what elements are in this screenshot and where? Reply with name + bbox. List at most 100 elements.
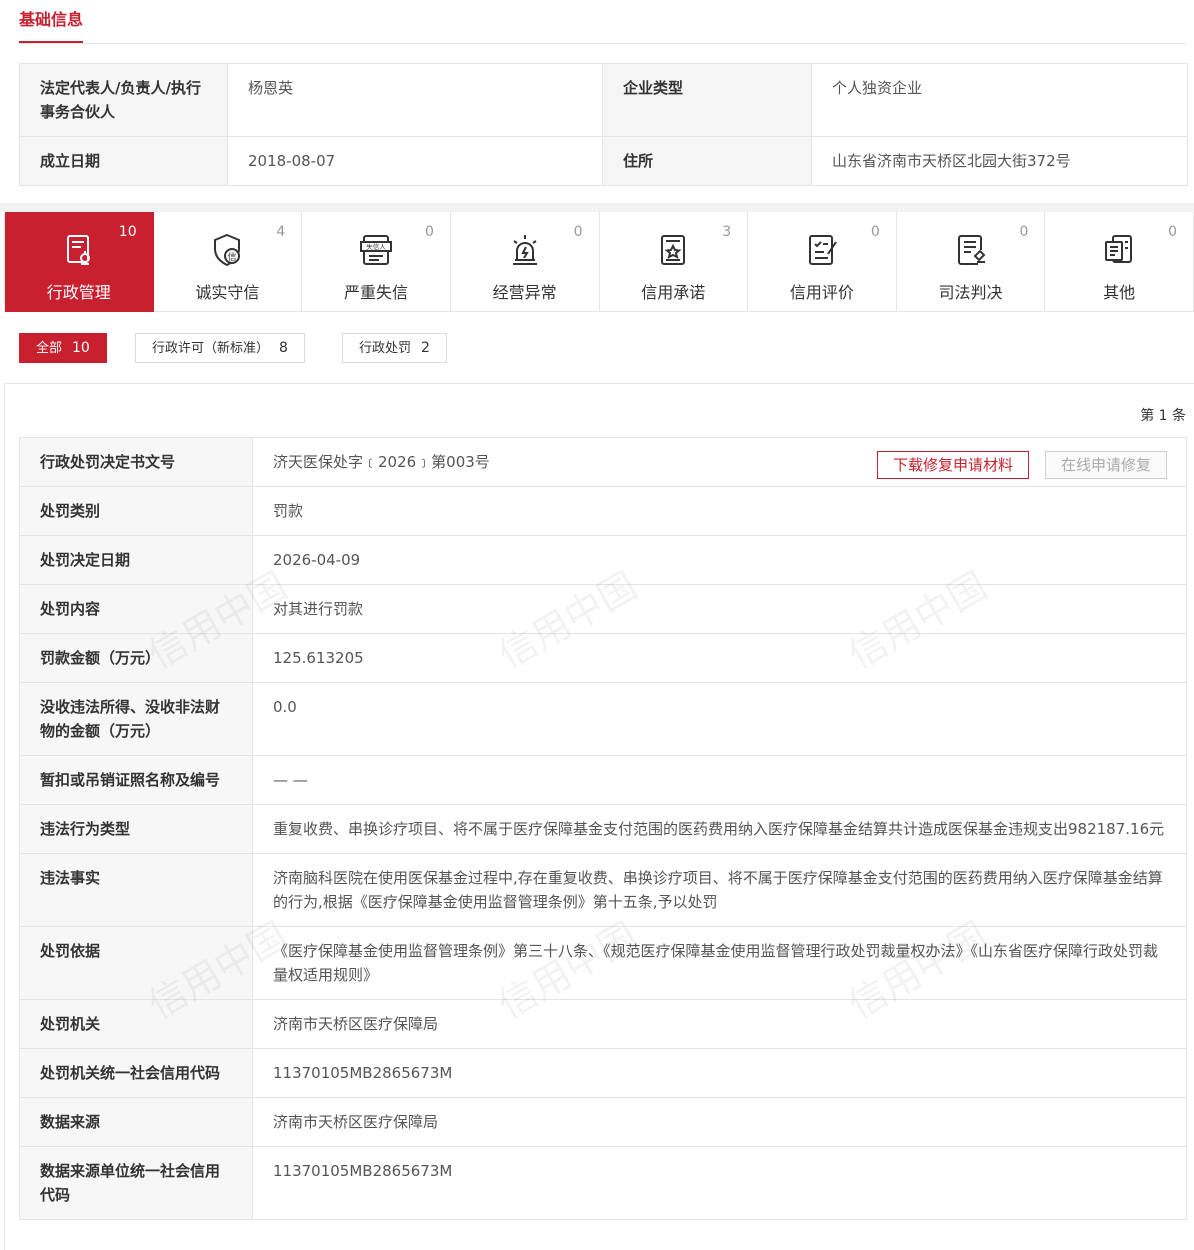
tab-label: 信用评价 [789,283,854,302]
field-value: 济南市天桥区医疗保障局 [252,999,1187,1049]
address-value: 山东省济南市天桥区北园大街372号 [811,136,1188,186]
basic-info-section: 基础信息 法定代表人/负责人/执行事务合伙人 杨恩英 企业类型 个人独资企业 成… [0,0,1194,203]
content-border [4,384,5,1250]
tab-count: 0 [870,224,880,240]
field-value: — — [252,755,1187,805]
tab-count: 0 [424,224,434,240]
field-value: 济南脑科医院在使用医保基金过程中,存在重复收费、串换诊疗项目、将不属于医疗保障基… [252,853,1187,927]
evaluation-icon [808,235,837,265]
table-row: 数据来源单位统一社会信用代码 11370105MB2865673M [19,1146,1187,1220]
field-label: 处罚机关 [19,999,253,1049]
field-value: 0.0 [252,682,1187,756]
tab-credit-commitment[interactable]: 3 信用承诺 [600,212,749,312]
alarm-light-icon [512,235,537,265]
tab-credit-evaluation[interactable]: 0 信用评价 [748,212,897,312]
filter-label: 全部 [36,341,63,356]
company-type-label: 企业类型 [602,63,812,137]
category-tabs: 10 行政管理 4 信 诚实守信 0 失信人 严重失信 0 经营异常 3 信用承… [4,212,1194,312]
judicial-icon [957,235,985,265]
established-date-value: 2018-08-07 [227,136,603,186]
decision-number-cell: 济天医保处字﹝2026﹞第003号 下载修复申请材料 在线申请修复 [252,437,1187,487]
download-repair-materials-button[interactable]: 下载修复申请材料 [876,451,1029,479]
filter-bar: 全部 10 行政许可（新标准） 8 行政处罚 2 [4,312,1194,384]
basic-info-header: 基础信息 [19,0,1186,44]
repair-actions: 下载修复申请材料 在线申请修复 [876,451,1167,479]
tab-count: 0 [1168,224,1177,240]
admin-management-icon [66,235,90,265]
field-label: 暂扣或吊销证照名称及编号 [19,755,253,805]
tab-label: 司法判决 [938,283,1003,302]
field-value: 罚款 [252,486,1187,536]
trust-icon-char: 信 [228,251,237,263]
table-row: 违法行为类型 重复收费、串换诊疗项目、将不属于医疗保障基金支付范围的医药费用纳入医… [19,804,1187,854]
table-row: 没收违法所得、没收非法财物的金额（万元） 0.0 [19,682,1187,756]
tab-count: 0 [1019,224,1029,240]
tab-serious-dishonest[interactable]: 0 失信人 严重失信 [302,212,451,312]
dishonest-icon: 失信人 [360,235,393,265]
address-label: 住所 [602,136,812,186]
tab-count: 4 [276,224,286,240]
field-label: 没收违法所得、没收非法财物的金额（万元） [19,682,253,756]
dishonest-badge-text: 失信人 [366,242,386,251]
company-type-value: 个人独资企业 [811,63,1188,137]
table-row: 罚款金额（万元） 125.613205 [19,633,1187,683]
tab-label: 诚实守信 [195,283,260,302]
field-value: 重复收费、串换诊疗项目、将不属于医疗保障基金支付范围的医药费用纳入医疗保障基金结… [252,804,1187,854]
tab-label: 行政管理 [46,283,111,302]
tab-judicial[interactable]: 0 司法判决 [897,212,1046,312]
field-value: 2026-04-09 [252,535,1187,585]
table-row: 数据来源 济南市天桥区医疗保障局 [19,1097,1187,1147]
table-row: 处罚类别 罚款 [19,486,1187,536]
decision-number-value: 济天医保处字﹝2026﹞第003号 [273,453,490,471]
filter-count: 2 [421,340,430,356]
field-value: 11370105MB2865673M [252,1146,1187,1220]
field-label: 行政处罚决定书文号 [19,437,253,487]
field-label: 处罚内容 [19,584,253,634]
tab-count: 3 [722,224,732,240]
legal-rep-label: 法定代表人/负责人/执行事务合伙人 [19,63,228,137]
field-label: 违法行为类型 [19,804,253,854]
other-icon [1105,235,1133,263]
tab-business-abnormal[interactable]: 0 经营异常 [451,212,600,312]
table-row: 违法事实 济南脑科医院在使用医保基金过程中,存在重复收费、串换诊疗项目、将不属于医… [19,853,1187,927]
tab-other[interactable]: 0 其他 [1045,212,1194,312]
commitment-icon [661,235,686,265]
legal-rep-value: 杨恩英 [227,63,603,137]
table-row: 暂扣或吊销证照名称及编号 — — [19,755,1187,805]
field-value: 11370105MB2865673M [252,1048,1187,1098]
basic-info-row: 成立日期 2018-08-07 住所 山东省济南市天桥区北园大街372号 [19,136,1188,186]
field-value: 125.613205 [252,633,1187,683]
field-label: 处罚类别 [19,486,253,536]
table-row: 处罚内容 对其进行罚款 [19,584,1187,634]
filter-admin-penalty[interactable]: 行政处罚 2 [342,333,447,363]
tab-honesty[interactable]: 4 信 诚实守信 [154,212,303,312]
tab-count: 10 [118,224,137,240]
tab-admin-management[interactable]: 10 行政管理 [5,212,154,312]
tab-label: 信用承诺 [641,283,706,302]
basic-info-title: 基础信息 [19,9,84,43]
filter-count: 8 [279,340,288,356]
filter-label: 行政处罚 [359,341,412,356]
field-value: 《医疗保障基金使用监督管理条例》第三十八条、《规范医疗保障基金使用监督管理行政处… [252,926,1187,1000]
field-label: 罚款金额（万元） [19,633,253,683]
online-repair-button[interactable]: 在线申请修复 [1044,451,1167,479]
field-label: 数据来源 [19,1097,253,1147]
field-value: 济南市天桥区医疗保障局 [252,1097,1187,1147]
table-row: 处罚机关 济南市天桥区医疗保障局 [19,999,1187,1049]
filter-admin-license[interactable]: 行政许可（新标准） 8 [135,333,305,363]
penalty-detail-table: 行政处罚决定书文号 济天医保处字﹝2026﹞第003号 下载修复申请材料 在线申… [19,437,1187,1220]
tab-label: 其他 [1103,283,1136,302]
tab-label: 经营异常 [492,283,557,302]
field-label: 数据来源单位统一社会信用代码 [19,1146,253,1220]
table-row: 处罚决定日期 2026-04-09 [19,535,1187,585]
table-row: 处罚依据 《医疗保障基金使用监督管理条例》第三十八条、《规范医疗保障基金使用监督管… [19,926,1187,1000]
field-value: 对其进行罚款 [252,584,1187,634]
field-label: 处罚依据 [19,926,253,1000]
field-label: 处罚机关统一社会信用代码 [19,1048,253,1098]
filter-all[interactable]: 全部 10 [19,333,107,363]
filter-label: 行政许可（新标准） [152,341,270,356]
field-label: 违法事实 [19,853,253,927]
record-count: 第 1 条 [1140,408,1186,424]
trust-shield-icon: 信 [214,233,241,267]
filter-count: 10 [72,340,90,356]
